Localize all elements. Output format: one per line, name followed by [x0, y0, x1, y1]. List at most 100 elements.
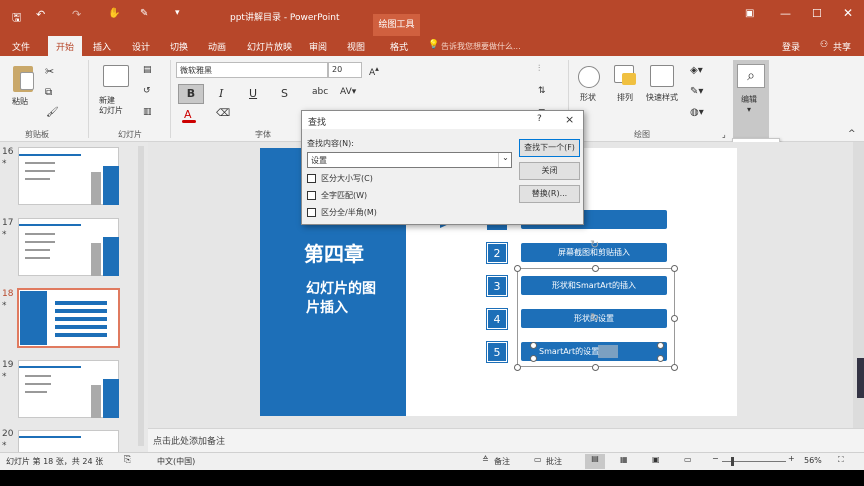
- resize-handle[interactable]: [530, 342, 537, 349]
- zoom-slider-thumb[interactable]: [731, 457, 734, 466]
- new-slide-icon[interactable]: [103, 65, 129, 87]
- match-case-checkbox[interactable]: [307, 174, 316, 183]
- shape-fill-icon[interactable]: ◈▾: [690, 65, 703, 76]
- find-input[interactable]: 设置 ⌄: [307, 152, 512, 168]
- minimize-icon[interactable]: —: [780, 7, 791, 20]
- collapse-ribbon-icon[interactable]: ^: [848, 129, 856, 139]
- tab-design[interactable]: 设计: [132, 40, 150, 53]
- replace-button[interactable]: 替换(R)...: [519, 185, 580, 203]
- bold-button[interactable]: B: [178, 84, 204, 104]
- close-icon[interactable]: ✕: [843, 6, 853, 20]
- thumbnail-slide-16[interactable]: [18, 147, 119, 205]
- tab-slideshow[interactable]: 幻灯片放映: [247, 40, 292, 53]
- save-icon[interactable]: 🖫: [12, 9, 21, 28]
- thumbnail-scrollbar[interactable]: [138, 146, 144, 446]
- whole-word-checkbox[interactable]: [307, 191, 316, 200]
- arrange-button[interactable]: 排列: [617, 92, 633, 103]
- thumbnail-slide-18[interactable]: [17, 288, 120, 348]
- clear-format-icon[interactable]: ⌫: [216, 108, 230, 119]
- chapter-subtitle[interactable]: 幻灯片的图 片插入: [306, 280, 376, 318]
- spell-check-icon[interactable]: ⎘: [124, 455, 131, 465]
- touch-mode-icon[interactable]: ✋: [108, 8, 120, 19]
- slide-sorter-icon[interactable]: ▦: [620, 455, 628, 464]
- dialog-launcher-icon[interactable]: ⌟: [722, 130, 726, 139]
- align-text-icon[interactable]: ⫶: [538, 64, 540, 74]
- tab-format[interactable]: 格式: [390, 40, 408, 53]
- tab-insert[interactable]: 插入: [93, 40, 111, 53]
- reading-view-icon[interactable]: ▣: [652, 455, 660, 464]
- shape-effects-icon[interactable]: ◍▾: [690, 107, 704, 118]
- share-button[interactable]: 共享: [833, 40, 851, 53]
- tab-file[interactable]: 文件: [12, 40, 30, 53]
- chapter-title[interactable]: 第四章: [304, 238, 364, 267]
- comments-button[interactable]: 批注: [546, 456, 562, 467]
- tab-review[interactable]: 审阅: [309, 40, 327, 53]
- thumbnail-slide-17[interactable]: [18, 218, 119, 276]
- rotate-handle-icon[interactable]: ↻: [590, 311, 599, 324]
- font-name-select[interactable]: 微软雅黑: [176, 62, 328, 78]
- chevron-down-icon[interactable]: ⌄: [498, 153, 512, 167]
- resize-handle[interactable]: [514, 364, 521, 371]
- resize-handle[interactable]: [530, 355, 537, 362]
- resize-handle[interactable]: [671, 315, 678, 322]
- ribbon-options-icon[interactable]: ▣: [745, 8, 754, 19]
- customize-icon[interactable]: ▾: [175, 8, 180, 18]
- underline-button[interactable]: U: [249, 87, 257, 100]
- zoom-level[interactable]: 56%: [804, 456, 822, 465]
- slideshow-icon[interactable]: ▭: [684, 455, 692, 464]
- editing-group[interactable]: ⌕ 编辑 ▾: [733, 60, 769, 138]
- draw-icon[interactable]: ✎: [140, 8, 148, 19]
- cut-icon[interactable]: ✂: [45, 65, 54, 78]
- char-spacing-icon[interactable]: abc: [312, 87, 328, 97]
- language-indicator[interactable]: 中文(中国): [157, 456, 195, 467]
- notes-button[interactable]: 备注: [494, 456, 510, 467]
- shapes-button[interactable]: 形状: [580, 92, 596, 103]
- tab-animations[interactable]: 动画: [208, 40, 226, 53]
- italic-button[interactable]: I: [219, 87, 223, 100]
- format-painter-icon[interactable]: 🖌: [46, 107, 59, 118]
- resize-handle[interactable]: [671, 364, 678, 371]
- help-button[interactable]: ?: [537, 114, 542, 124]
- shape-outline-icon[interactable]: ✎▾: [690, 86, 703, 97]
- reset-icon[interactable]: ↺: [143, 86, 151, 96]
- strikethrough-button[interactable]: S: [281, 87, 288, 100]
- tab-view[interactable]: 视图: [347, 40, 365, 53]
- rotate-handle-icon[interactable]: ↻: [590, 238, 599, 251]
- resize-handle[interactable]: [514, 265, 521, 272]
- scroll-thumb[interactable]: [857, 358, 864, 398]
- redo-icon[interactable]: ↷: [72, 8, 81, 21]
- share-icon[interactable]: ⚇: [820, 40, 828, 50]
- maximize-icon[interactable]: ☐: [812, 7, 822, 20]
- text-direction-icon[interactable]: ⇅: [538, 86, 546, 96]
- find-next-button[interactable]: 查找下一个(F): [519, 139, 580, 157]
- shapes-icon[interactable]: [578, 66, 600, 88]
- quick-styles-icon[interactable]: [650, 65, 674, 87]
- quick-styles-button[interactable]: 快速样式: [646, 92, 678, 103]
- resize-handle[interactable]: [592, 265, 599, 272]
- resize-handle[interactable]: [671, 265, 678, 272]
- normal-view-icon[interactable]: ▤: [585, 454, 605, 469]
- new-slide-button[interactable]: 新建 幻灯片: [99, 96, 123, 116]
- match-width-checkbox[interactable]: [307, 208, 316, 217]
- section-icon[interactable]: ▥: [143, 107, 152, 117]
- fit-slide-icon[interactable]: ⛶: [838, 455, 844, 465]
- thumbnail-slide-19[interactable]: [18, 360, 119, 418]
- zoom-in-icon[interactable]: +: [788, 454, 795, 463]
- resize-handle[interactable]: [657, 355, 664, 362]
- change-case-icon[interactable]: AV▾: [340, 87, 356, 97]
- login-link[interactable]: 登录: [782, 40, 800, 53]
- thumbnail-slide-20[interactable]: [18, 430, 119, 452]
- resize-handle[interactable]: [657, 342, 664, 349]
- resize-handle[interactable]: [592, 364, 599, 371]
- notes-pane[interactable]: 点击此处添加备注: [148, 428, 864, 452]
- close-button[interactable]: 关闭: [519, 162, 580, 180]
- copy-icon[interactable]: ⧉: [45, 87, 52, 98]
- tab-transitions[interactable]: 切换: [170, 40, 188, 53]
- undo-icon[interactable]: ↶: [36, 8, 45, 21]
- grow-font-icon[interactable]: A▴: [369, 64, 379, 78]
- tab-home[interactable]: 开始: [48, 36, 83, 56]
- dialog-close-button[interactable]: ×: [565, 113, 574, 126]
- paste-button[interactable]: 粘贴: [12, 96, 28, 107]
- layout-icon[interactable]: ▤: [143, 65, 152, 75]
- font-size-select[interactable]: 20: [328, 62, 362, 78]
